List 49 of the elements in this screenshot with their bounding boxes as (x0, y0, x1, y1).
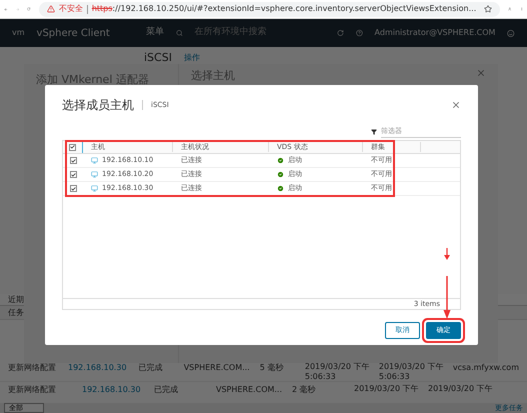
object-title: iSCSI (144, 50, 172, 66)
table-cell-text: 已完成 (138, 362, 164, 374)
wizard-title: 添加 VMkernel 适配器 (36, 73, 149, 86)
logo: vm (12, 27, 25, 39)
menu-dropdown[interactable]: 菜单 (146, 26, 164, 40)
table-cell: 2019/03/20 下午 (354, 384, 416, 394)
bookmark-icon[interactable] (484, 5, 492, 13)
arrow-drawing (443, 248, 451, 320)
filter-icon (371, 129, 377, 135)
security-warning: 不安全 (58, 3, 83, 15)
table-cell-text: 5 毫秒 (260, 362, 284, 374)
check-icon (277, 157, 284, 164)
url-text: https://192.168.10.250/ui/#?extensionId=vsphere.core.inventory.serverObjectViewsExtension... (92, 3, 476, 15)
refresh-icon[interactable] (336, 28, 344, 38)
warning-icon (46, 5, 55, 13)
app-title: vSphere Client (36, 26, 110, 40)
address-bar[interactable]: 不安全 https://192.168.10.250/ui/#?extensionId=vsphere.core.inventory.serverObjectViewsExtension... (38, 2, 500, 16)
user-menu[interactable]: Administrator@VSPHERE.COM (374, 27, 496, 39)
host-icon (91, 185, 98, 192)
tasks-tab[interactable]: 近期 (8, 294, 24, 306)
checkbox[interactable] (70, 157, 76, 164)
table-cell: 2019/03/20 下午 (428, 384, 490, 394)
dialog-title: 选择成员主机 (62, 97, 134, 114)
check-icon (277, 185, 284, 192)
search-icon[interactable] (176, 28, 183, 38)
table-cell-text: 2 毫秒 (292, 384, 317, 396)
checkbox[interactable] (70, 185, 76, 192)
table-cell: VSPHERE.COM... (216, 384, 280, 396)
table-cell: 2019/03/20 下午 5:06:33 (304, 362, 367, 382)
check-icon (277, 171, 284, 178)
help-icon[interactable] (356, 28, 363, 38)
host-icon (91, 171, 98, 178)
close-icon[interactable] (476, 68, 486, 78)
host-link[interactable]: 192.168.10.30 (68, 362, 127, 374)
column-header: 任务 (8, 306, 24, 318)
checkbox[interactable] (70, 171, 76, 178)
actions-menu[interactable]: 操作 (184, 52, 200, 64)
table-cell-text: 更新网络配置 (8, 384, 57, 396)
step-title: 选择主机 (191, 68, 235, 84)
host-icon (91, 157, 98, 164)
table-cell: 2019/03/20 下午 5:06:33 (378, 362, 441, 382)
checkbox[interactable] (69, 144, 76, 150)
host-link[interactable]: 192.168.10.30 (82, 384, 142, 396)
close-icon[interactable] (451, 100, 461, 110)
smiley-icon[interactable] (507, 28, 515, 38)
table-cell: vcsa.mfyxw.com (452, 362, 519, 374)
table-cell: VSPHERE.COM... (184, 362, 248, 374)
table-cell: 更新网络配置 (8, 362, 56, 374)
table-cell-text: 已完成 (154, 384, 179, 396)
